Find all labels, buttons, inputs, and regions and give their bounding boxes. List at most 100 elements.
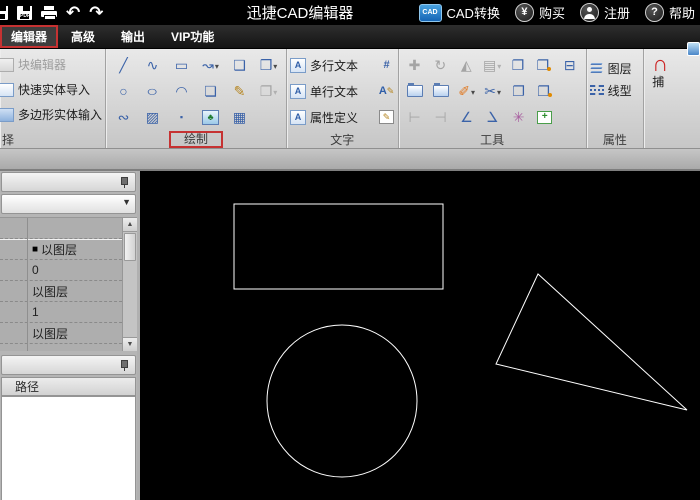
drawn-triangle[interactable] [496,274,687,410]
help-label: 帮助 [669,3,695,22]
left-panel: ▼ ■ 以图层 0 以图层 1 以图层 ▲ [0,171,140,500]
copy-button[interactable] [505,53,531,78]
pin-button[interactable] [116,175,130,190]
image-button[interactable] [196,105,225,130]
table-row[interactable] [0,218,122,239]
revision-cloud-button[interactable] [109,105,138,130]
save-pdf-icon[interactable] [17,6,32,20]
table-button[interactable] [225,105,254,130]
scroll-up-icon[interactable]: ▲ [123,218,137,232]
buy-button[interactable]: ¥ 购买 [515,3,565,22]
cad-convert-button[interactable]: CAD CAD转换 [419,3,500,22]
insert-block-button[interactable] [532,105,558,130]
block-insert-button[interactable] [225,53,254,78]
distance-button[interactable] [402,105,428,130]
menu-vip[interactable]: VIP功能 [158,25,227,48]
register-button[interactable]: 注册 [580,3,630,22]
block-editor-button[interactable]: 块编辑器 [0,52,102,77]
hatch-button[interactable] [138,105,167,130]
edit-text-icon[interactable] [379,110,394,124]
circle-button[interactable] [109,79,138,104]
table-row[interactable]: 0 [0,260,122,281]
quick-entity-import-label: 快速实体导入 [18,81,90,98]
line-button[interactable] [109,53,138,78]
move-button[interactable] [402,53,428,78]
add-block-icon [537,111,552,124]
copy-object-button[interactable] [254,79,283,104]
entity-import-icon [0,83,14,97]
mirror-button[interactable] [453,53,479,78]
align-button[interactable] [557,53,583,78]
table-row[interactable]: ■ 以图层 [0,239,122,260]
drawing-canvas[interactable] [140,171,700,500]
attribute-define-button[interactable]: 属性定义 [310,109,375,126]
menu-advanced[interactable]: 高级 [58,25,108,48]
rectangle-button[interactable] [167,53,196,78]
layer-button[interactable]: 图层 [590,57,641,79]
save-icon[interactable] [0,6,8,20]
trim-button[interactable] [480,79,506,104]
ribbon-group-properties: 图层 线型 属性 [587,49,645,148]
paste-button[interactable] [506,79,532,104]
fillet-button[interactable] [454,105,480,130]
erase-button[interactable] [454,79,480,104]
entity-select-dropdown[interactable]: ▼ [1,194,136,214]
snap-button[interactable]: 捕 [652,55,697,90]
open-folder-button[interactable] [402,79,428,104]
print-icon[interactable] [41,6,57,20]
circle-icon [119,84,127,98]
distance-icon [408,110,420,124]
ribbon-group-snap: 捕 [644,49,700,148]
mtext-button[interactable]: 多行文本 [310,57,375,74]
folder-button[interactable] [428,79,454,104]
drawn-circle[interactable] [267,325,417,477]
quick-entity-import-button[interactable]: 快速实体导入 [0,77,102,102]
chevron-down-icon [497,82,501,100]
table-row[interactable]: 1 [0,302,122,323]
properties-table: ■ 以图层 0 以图层 1 以图层 ▲ ▼ [0,217,137,351]
spline-icon [147,58,159,72]
mtext-icon [290,58,306,73]
help-button[interactable]: ? 帮助 [645,3,695,22]
polygon-entity-input-button[interactable]: 多边形实体输入 [0,102,102,127]
point-button[interactable] [167,105,196,130]
path-list[interactable] [1,396,136,500]
color-swatch: ■ [32,245,38,255]
spline-button[interactable] [138,53,167,78]
polyline-button[interactable] [196,53,225,78]
gradient-button[interactable] [225,79,254,104]
copy-with-time-button[interactable] [531,53,557,78]
paste-with-time-button[interactable] [532,79,558,104]
field-icon[interactable] [379,59,395,71]
ribbon-group-tools: 工具 [399,49,587,148]
wipeout-button[interactable] [196,79,225,104]
redo-icon[interactable]: ↷ [89,6,103,20]
linetype-button[interactable]: 线型 [590,79,641,101]
scroll-thumb[interactable] [124,233,136,261]
explode-button[interactable] [506,105,532,130]
rotate-icon [435,58,447,72]
ellipse-button[interactable] [138,79,167,104]
undo-icon[interactable]: ↶ [66,6,80,20]
menu-editor[interactable]: 编辑器 [0,25,58,48]
path-column-header[interactable]: 路径 [1,377,136,396]
menu-output[interactable]: 输出 [108,25,158,48]
dimension-button[interactable] [428,105,454,130]
region-button[interactable] [254,53,283,78]
scroll-down-icon[interactable]: ▼ [123,337,137,351]
chamfer-button[interactable] [480,105,506,130]
table-row[interactable]: 以图层 [0,281,122,302]
erase-icon [458,84,470,98]
rotate-button[interactable] [427,53,453,78]
hatch-icon [146,110,159,124]
pin-button[interactable] [116,358,130,373]
scrollbar[interactable]: ▲ ▼ [122,218,137,351]
drawn-rectangle[interactable] [234,204,443,289]
array-button[interactable] [479,53,505,78]
panel-toggle-icon[interactable] [687,42,700,56]
table-row[interactable]: 以图层 [0,323,122,344]
spellcheck-icon[interactable] [379,85,395,97]
arc-button[interactable] [167,79,196,104]
chamfer-icon [486,110,499,124]
single-text-button[interactable]: 单行文本 [310,83,375,100]
